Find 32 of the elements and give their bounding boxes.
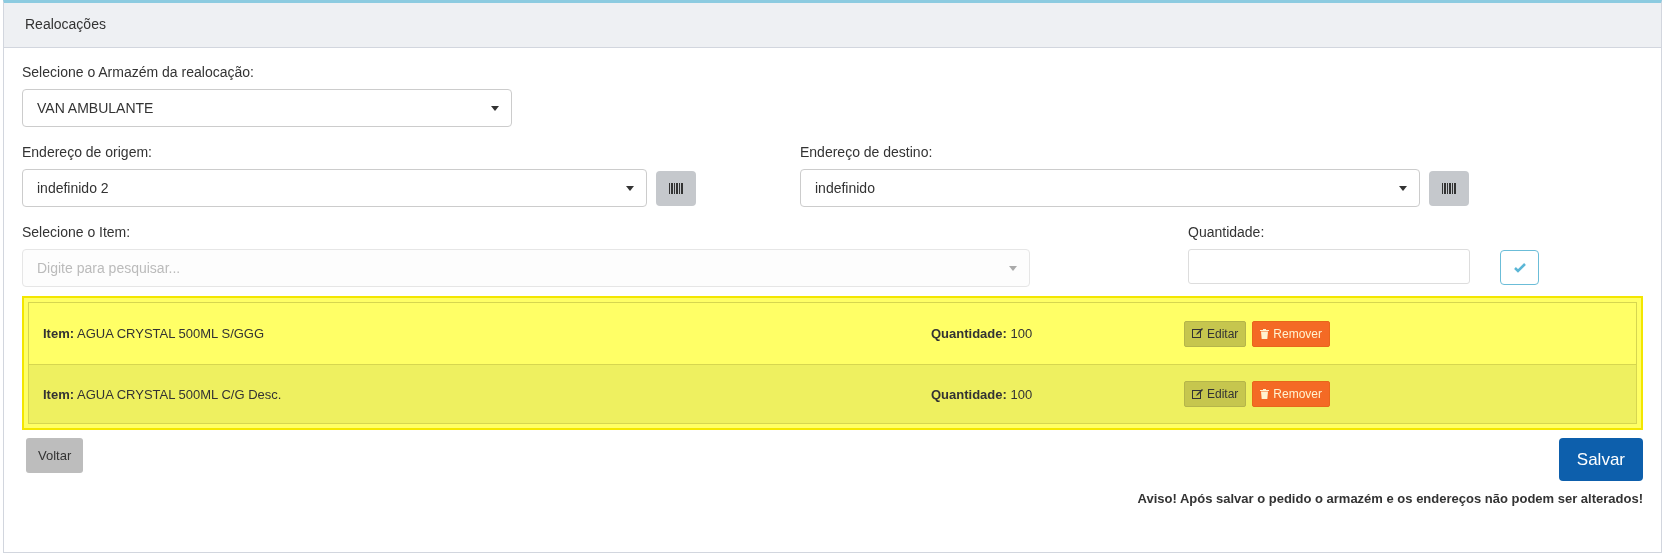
caret-icon: [491, 105, 499, 111]
quantity-text: Quantidade: 100: [931, 386, 1034, 402]
panel-title: Realocações: [4, 3, 1661, 48]
quantity-text: Quantidade: 100: [931, 326, 1034, 341]
destination-select[interactable]: indefinido: [800, 169, 1420, 207]
edit-icon: [1192, 388, 1203, 400]
trash-icon: [1260, 389, 1270, 399]
caret-icon: [1009, 265, 1017, 271]
back-button[interactable]: Voltar: [26, 438, 84, 473]
field-label: Selecione o Armazém da realocação:: [22, 64, 255, 80]
item-text: Item: AGUA CRYSTAL 500ML C/G Desc.: [43, 386, 283, 402]
edit-button[interactable]: Editar: [1184, 381, 1247, 407]
check-icon: [1513, 262, 1526, 273]
barcode-button[interactable]: [1429, 170, 1469, 206]
edit-button[interactable]: Editar: [1184, 320, 1247, 347]
barcode-icon: [1442, 182, 1456, 194]
field-label: Quantidade:: [1188, 224, 1266, 240]
caret-icon: [626, 185, 634, 191]
edit-icon: [1192, 328, 1203, 339]
trash-icon: [1260, 328, 1270, 339]
caret-icon: [1399, 185, 1407, 191]
quantity-input[interactable]: [1188, 249, 1470, 284]
origin-select[interactable]: indefinido 2: [22, 169, 647, 207]
warehouse-select[interactable]: VAN AMBULANTE: [22, 89, 512, 127]
barcode-icon: [669, 182, 683, 194]
field-label: Selecione o Item:: [22, 224, 132, 240]
item-text: Item: AGUA CRYSTAL 500ML S/GGG: [43, 326, 266, 341]
field-label: Endereço de origem:: [22, 144, 153, 160]
field-label: Endereço de destino:: [800, 144, 934, 160]
warning-text: Aviso! Após salvar o pedido o armazém e os endereços não podem ser alterados!: [1137, 491, 1643, 506]
save-button[interactable]: Salvar: [1558, 438, 1643, 481]
barcode-button[interactable]: [656, 170, 696, 206]
